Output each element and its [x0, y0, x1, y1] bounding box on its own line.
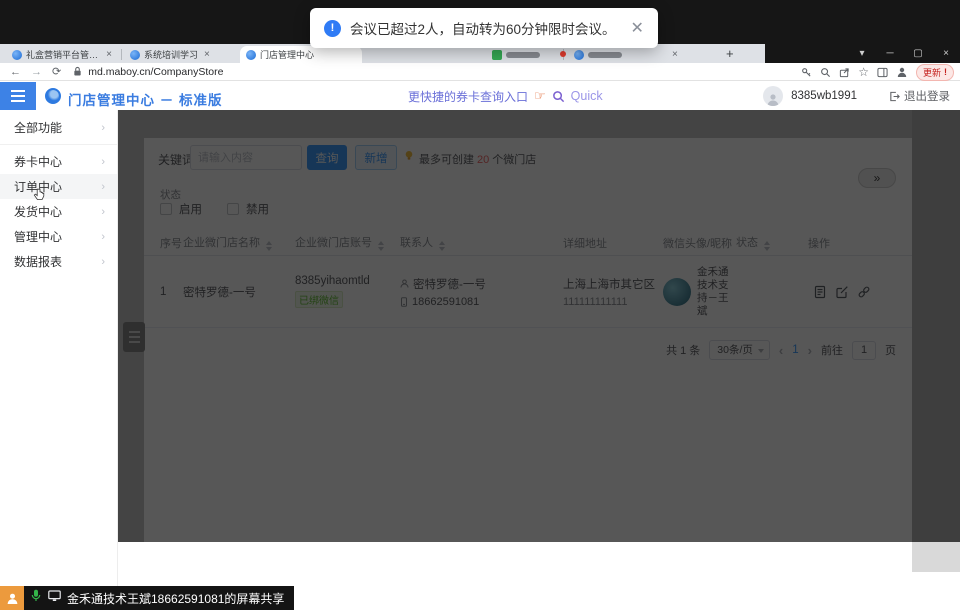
tab-search-icon[interactable]: ▾ [848, 44, 876, 63]
browser-tab-2[interactable]: 系统培训学习 × [124, 46, 236, 63]
chevron-right-icon: › [101, 206, 105, 218]
minimize-icon[interactable]: ─ [876, 44, 904, 63]
tab-label: 门店管理中心 [260, 48, 314, 61]
quick-search-icon[interactable] [552, 90, 565, 103]
mouse-cursor-icon [33, 188, 45, 207]
store-list-panel: 关键词 查询 新增 最多可创建20个微门店 状态 启用 禁用 序号 [118, 110, 912, 542]
chevron-right-icon: › [101, 122, 105, 134]
site-favicon [130, 50, 140, 60]
bookmark-star-icon[interactable]: ☆ [858, 65, 869, 79]
update-badge: ! [944, 67, 947, 77]
update-label: 更新 [923, 66, 941, 79]
sharer-avatar-icon [0, 586, 24, 610]
sidebar-item-label: 管理中心 [14, 228, 62, 245]
sidebar-item-management-center[interactable]: 管理中心 › [0, 224, 117, 249]
meeting-toast: ! 会议已超过2人，自动转为60分钟限时会议。 ✕ [310, 8, 658, 48]
maximize-icon[interactable]: ▢ [904, 44, 932, 63]
app-title: 门店管理中心 － 标准版 [68, 89, 223, 109]
site-favicon [12, 50, 22, 60]
info-icon: ! [324, 20, 341, 37]
chevron-right-icon: › [101, 181, 105, 193]
tab-divider [121, 49, 122, 60]
sidebar-nav: 全部功能 › 券卡中心 › 订单中心 › 发货中心 › 管理中心 › 数据报表 … [0, 110, 118, 610]
screen: 礼盒营销平台管理中心 × 系统培训学习 × 门店管理中心 × + ▾ ─ ▢ × [0, 0, 960, 610]
forward-icon[interactable]: → [31, 66, 42, 78]
toast-text: 会议已超过2人，自动转为60分钟限时会议。 [350, 18, 616, 38]
logout-icon [889, 91, 900, 102]
site-favicon [246, 50, 256, 60]
page-scroll-gutter [912, 110, 960, 542]
coupon-query-link[interactable]: 更快捷的券卡查询入口 [408, 88, 528, 105]
sidebar-item-label: 数据报表 [14, 253, 62, 270]
lock-icon [73, 66, 82, 77]
dim-overlay [118, 110, 912, 542]
quick-search-label[interactable]: Quick [571, 89, 603, 103]
page-scroll-gutter-bottom [912, 542, 960, 572]
new-tab-button[interactable]: + [726, 46, 734, 62]
back-icon[interactable]: ← [10, 66, 21, 78]
tab-label: 系统培训学习 [144, 48, 198, 61]
url-text[interactable]: md.maboy.cn/CompanyStore [88, 66, 223, 78]
logout-label: 退出登录 [904, 88, 950, 104]
tab-close-icon[interactable]: × [672, 49, 678, 60]
username-label: 8385wb1991 [791, 90, 857, 102]
tab-close-icon[interactable]: × [106, 49, 112, 60]
site-favicon [574, 50, 584, 60]
app-logo [45, 88, 61, 104]
app-header: 门店管理中心 － 标准版 更快捷的券卡查询入口 ☞ Quick 8385wb19… [0, 82, 960, 110]
zoom-icon[interactable] [820, 67, 831, 78]
pointing-finger-icon: ☞ [534, 88, 546, 104]
microphone-icon [30, 589, 42, 607]
sidebar-item-all-functions[interactable]: 全部功能 › [0, 115, 117, 140]
sidebar-item-label: 券卡中心 [14, 153, 62, 170]
chevron-right-icon: › [101, 231, 105, 243]
share-text: 金禾通技术王斌18662591081的屏幕共享 [67, 590, 284, 607]
tab-close-icon[interactable]: × [204, 49, 210, 60]
profile-icon[interactable] [896, 66, 908, 78]
screen-share-bar: 金禾通技术王斌18662591081的屏幕共享 [0, 586, 294, 610]
browser-tab-obscured-2[interactable]: × [568, 46, 696, 63]
side-panel-icon[interactable] [877, 67, 888, 78]
sidebar-divider [0, 144, 117, 145]
window-controls: ▾ ─ ▢ × [765, 44, 960, 63]
address-bar: ← → ⟳ md.maboy.cn/CompanyStore ☆ [0, 63, 960, 81]
sidebar-item-shipping-center[interactable]: 发货中心 › [0, 199, 117, 224]
browser-tab-obscured-1[interactable] [486, 46, 558, 63]
reload-icon[interactable]: ⟳ [52, 65, 61, 78]
menu-toggle-button[interactable] [0, 82, 36, 110]
notification-dot [560, 51, 566, 57]
logout-button[interactable]: 退出登录 [889, 88, 950, 104]
sidebar-item-card-center[interactable]: 券卡中心 › [0, 149, 117, 174]
tab-label-obscured [588, 52, 622, 58]
browser-update-button[interactable]: 更新 ! [916, 64, 954, 81]
screen-icon [48, 589, 61, 607]
tab-label: 礼盒营销平台管理中心 [26, 48, 100, 61]
user-avatar[interactable] [763, 86, 783, 106]
password-key-icon[interactable] [801, 67, 812, 78]
browser-tab-active[interactable]: 门店管理中心 [240, 46, 362, 63]
chevron-right-icon: › [101, 156, 105, 168]
close-icon[interactable]: × [932, 44, 960, 63]
sidebar-item-label: 全部功能 [14, 119, 62, 136]
sidebar-item-data-reports[interactable]: 数据报表 › [0, 249, 117, 274]
chevron-right-icon: › [101, 256, 105, 268]
tab-label-obscured [506, 52, 540, 58]
share-icon[interactable] [839, 67, 850, 78]
browser-tab-1[interactable]: 礼盒营销平台管理中心 × [6, 46, 118, 63]
sidebar-item-order-center[interactable]: 订单中心 › [0, 174, 117, 199]
toast-close-icon[interactable]: ✕ [631, 18, 644, 38]
site-favicon [492, 50, 502, 60]
